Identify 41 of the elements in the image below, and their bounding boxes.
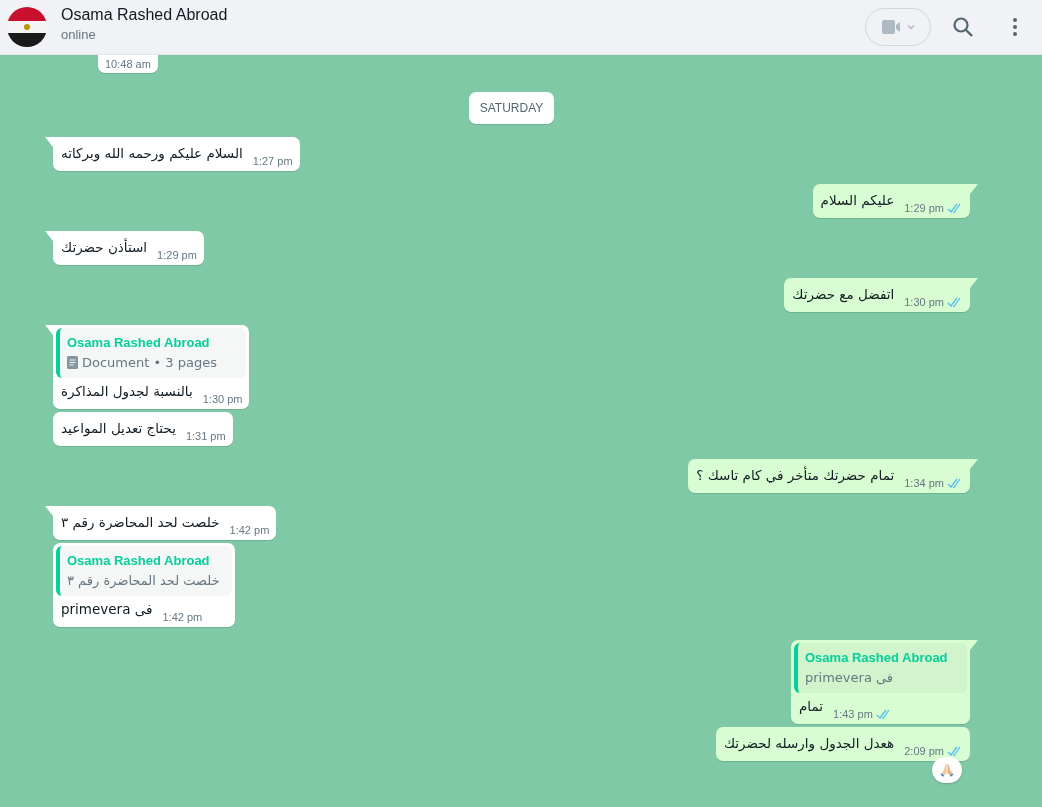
message-time: 1:34 pm — [904, 477, 944, 489]
message-time: 1:42 pm — [162, 611, 203, 623]
quote-text: خلصت لحد المحاضرة رقم ٣ — [67, 573, 220, 588]
message-text: استأذن حضرتك — [61, 237, 148, 257]
message-text: يحتاج تعديل المواعيد — [61, 419, 176, 439]
message-time: 1:43 pm — [833, 708, 873, 720]
message-text: عليكم السلام — [820, 191, 895, 211]
message-time: 1:31 pm — [185, 430, 226, 442]
caret-icon — [907, 24, 915, 30]
message-text: تمام حضرتك متأخر في كام تاسك ؟ — [696, 465, 895, 486]
message-time: 1:30 pm — [904, 296, 944, 308]
praying-hands-icon — [939, 762, 955, 778]
menu-icon[interactable] — [1012, 17, 1018, 37]
quote-author: Osama Rashed Abroad — [805, 650, 949, 665]
message-time: 10:48 am — [105, 58, 151, 70]
quoted-message[interactable]: Osama Rashed Abroad Document • 3 pages — [56, 328, 247, 378]
message-text: بالنسبة لجدول المذاكرة — [61, 382, 193, 402]
quote-author: Osama Rashed Abroad — [67, 553, 211, 568]
message-time: 1:27 pm — [252, 155, 293, 167]
contact-name[interactable]: Osama Rashed Abroad — [61, 4, 228, 26]
message-text: خلصت لحد المحاضرة رقم ٣ — [61, 513, 220, 533]
message-text: هعدل الجدول وارسله لحضرتك — [723, 734, 895, 754]
message-text: اتفضل مع حضرتك — [792, 285, 895, 305]
message-time: 1:30 pm — [202, 393, 243, 405]
message-time: 1:29 pm — [157, 249, 197, 261]
message-time: 1:29 pm — [904, 202, 944, 214]
message-time: 2:09 pm — [904, 745, 944, 757]
message-bubble[interactable]: 10:48 am — [98, 55, 158, 73]
video-camera-icon — [881, 20, 901, 34]
message-time: 1:42 pm — [229, 524, 270, 536]
search-icon[interactable] — [952, 16, 974, 38]
message-text: السلام عليكم ورحمه الله وبركاته — [61, 144, 243, 164]
date-chip: SATURDAY — [468, 92, 555, 124]
message-text: تمام — [799, 697, 824, 716]
flag-avatar[interactable] — [7, 7, 47, 47]
document-icon — [67, 356, 78, 369]
quote-author: Osama Rashed Abroad — [67, 335, 211, 350]
quote-text: Document • 3 pages — [82, 355, 217, 370]
message-text: فى primevera — [61, 600, 153, 619]
quote-text: فى primevera — [805, 670, 894, 685]
contact-status: online — [61, 26, 97, 44]
